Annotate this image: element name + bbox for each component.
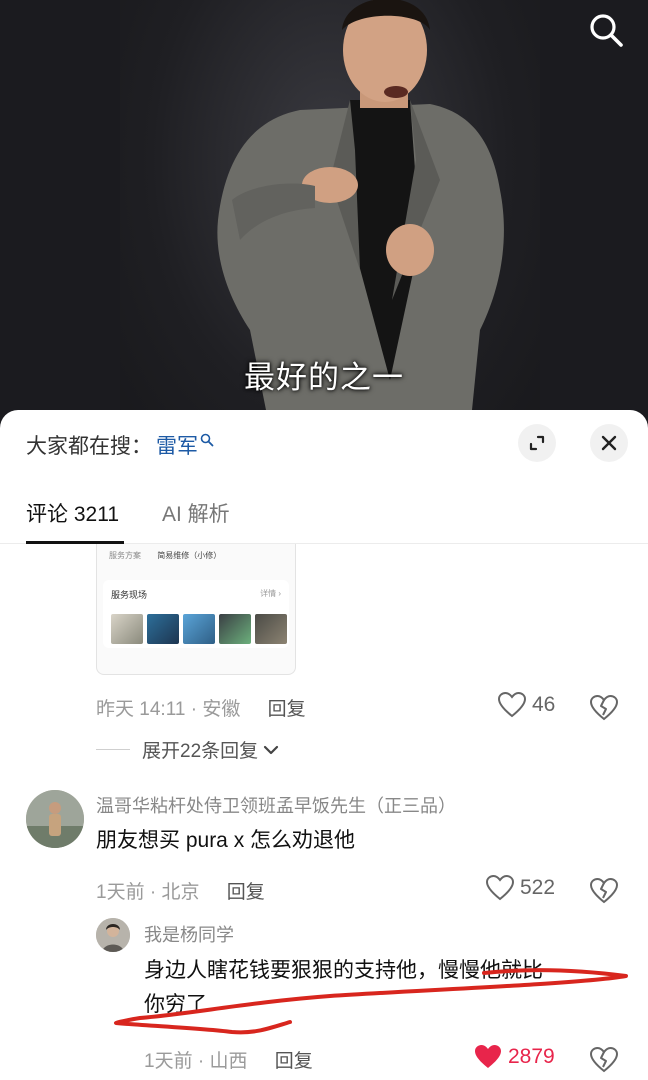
comment-time: 昨天 14:11 [96,699,186,720]
comment-tabs: 评论 3211 AI 解析 [0,492,648,544]
comment-list[interactable]: 服务方案 简易维修（小修） 服务现场 详情 › 昨天 14:11 · 安徽 回复 [0,544,648,1080]
like-button[interactable]: 2879 [474,1044,555,1070]
trending-search-label: 大家都在搜： [26,435,152,458]
video-player[interactable]: 最好的之一 [0,0,648,430]
heart-icon [486,875,514,901]
video-subtitle: 最好的之一 [244,360,404,395]
comment-location: 山西 [209,1051,248,1072]
close-icon [601,435,617,451]
thumbnail [219,614,251,644]
avatar[interactable] [96,918,130,952]
comment-image-attachment[interactable]: 服务方案 简易维修（小修） 服务现场 详情 › [96,544,296,675]
broken-heart-icon[interactable] [590,1046,618,1074]
expand-replies-button[interactable]: 展开22条回复 [96,736,280,763]
attachment-service-row: 服务方案 简易维修（小修） [109,550,235,561]
trending-search: 大家都在搜： 雷军 [26,430,214,460]
comment-location: 安徽 [202,699,241,720]
trending-search-term[interactable]: 雷军 [156,430,198,460]
expand-icon [529,435,545,451]
reply-button[interactable]: 回复 [275,1051,313,1072]
avatar-image [26,790,84,848]
tab-ai-analysis[interactable]: AI 解析 [162,498,230,528]
reply-button[interactable]: 回复 [227,882,265,903]
comment-time: 1天前 [96,882,145,903]
like-button[interactable]: 522 [486,875,555,901]
like-count: 522 [520,876,556,899]
thumbnail [183,614,215,644]
attachment-card-more: 详情 › [260,589,281,598]
comment-text-line-2: 你穷了 [144,993,207,1016]
heart-icon [498,692,526,718]
avatar-image [96,918,130,952]
expand-button[interactable] [518,424,556,462]
comment-meta: 1天前 · 北京 回复 [96,882,265,903]
search-icon [200,433,214,447]
comment-sheet: 大家都在搜： 雷军 评论 3211 AI 解析 服务方案 简易维修（小修） 服务… [0,410,648,1080]
comment-meta: 1天前 · 山西 回复 [144,1051,313,1072]
broken-heart-icon[interactable] [590,877,618,905]
close-button[interactable] [590,424,628,462]
like-count: 46 [532,693,556,716]
comment-time: 1天前 [144,1051,193,1072]
like-count: 2879 [508,1045,555,1068]
heart-filled-icon [475,1045,501,1068]
comment-username[interactable]: 温哥华粘杆处侍卫领班孟早饭先生（正三品） [96,792,456,818]
attachment-thumbnails [111,614,287,644]
thumbnail [147,614,179,644]
attachment-row-value: 简易维修（小修） [157,551,222,560]
comment-text: 朋友想买 pura x 怎么劝退他 [96,829,356,852]
thumbnail [111,614,143,644]
attachment-row-label: 服务方案 [109,551,141,560]
comment-text-line-1: 身边人瞎花钱要狠狠的支持他，慢慢他就比 [144,959,543,982]
broken-heart-icon[interactable] [590,694,618,722]
comment-username[interactable]: 我是杨同学 [144,921,234,947]
reply-button[interactable]: 回复 [268,699,306,720]
comment-meta: 昨天 14:11 · 安徽 回复 [96,699,306,720]
divider [96,749,130,750]
tab-comments[interactable]: 评论 3211 [26,498,119,528]
expand-replies-label: 展开22条回复 [142,741,259,762]
search-button[interactable] [586,10,626,50]
thumbnail [255,614,287,644]
attachment-card-title: 服务现场 [111,590,148,600]
avatar[interactable] [26,790,84,848]
like-button[interactable]: 46 [498,692,555,718]
chevron-down-icon [264,745,279,754]
search-icon [590,14,623,47]
comment-location: 北京 [161,882,200,903]
attachment-card: 服务现场 详情 › [103,580,289,648]
